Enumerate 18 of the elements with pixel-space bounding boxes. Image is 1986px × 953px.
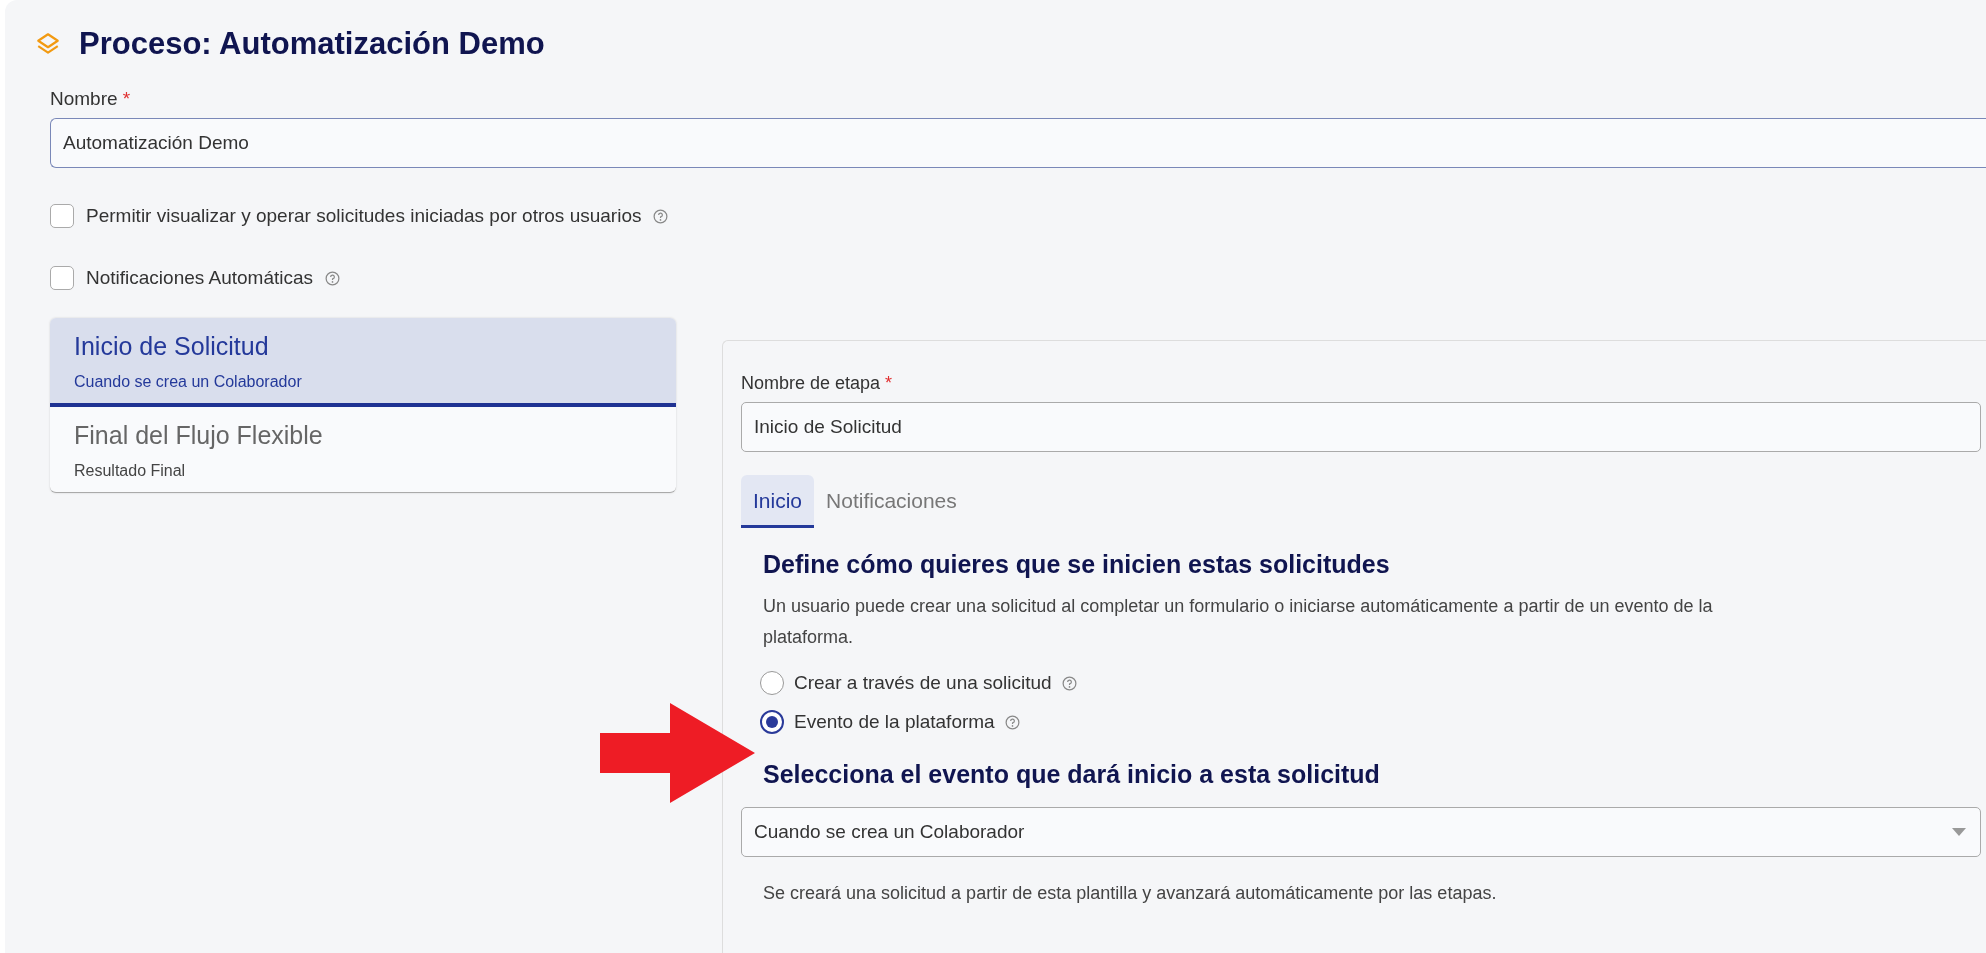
stage-item[interactable]: Inicio de Solicitud Cuando se crea un Colaborador: [50, 318, 676, 407]
section-heading: Define cómo quieres que se inicien estas solicitudes: [763, 550, 1391, 579]
tab[interactable]: Inicio: [741, 475, 815, 528]
description: Un usuario puede crear una solicitud al completar un formulario o iniciarse automáticamente a partir de un evento de la plataforma.: [763, 595, 1714, 649]
event-select[interactable]: Cuando se crea un Colaborador: [741, 807, 1981, 857]
tab[interactable]: Notificaciones: [814, 475, 969, 528]
page-title: Proceso: Automatización Demo: [79, 26, 545, 62]
field-label: Nombre *: [50, 88, 132, 110]
field-label: Nombre de etapa *: [741, 373, 894, 394]
section-heading: Selecciona el evento que dará inicio a esta solicitud: [763, 760, 1381, 789]
stage-item[interactable]: Final del Flujo Flexible Resultado Final: [50, 407, 676, 492]
checkbox-label: Notificaciones Automáticas: [86, 267, 314, 289]
stage-name-input[interactable]: Inicio de Solicitud: [741, 402, 1981, 452]
radio-label: Evento de la plataforma: [794, 711, 995, 733]
note-text: Se creará una solicitud a partir de esta plantilla y avanzará automáticamente por las etapas.: [763, 883, 1498, 904]
checkbox-label: Permitir visualizar y operar solicitudes iniciadas por otros usuarios: [86, 205, 642, 227]
radio-label: Crear a través de una solicitud: [794, 672, 1052, 694]
name-input[interactable]: Automatización Demo: [50, 118, 1986, 168]
